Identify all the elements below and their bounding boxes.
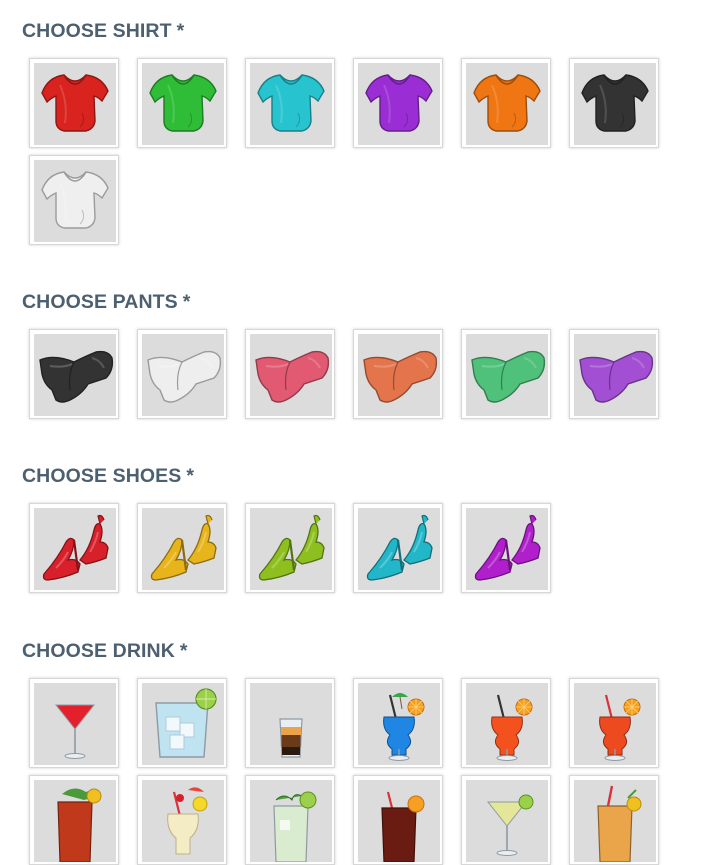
drink-option[interactable]: [245, 678, 335, 768]
blue-hurricane-cocktail-icon: [358, 683, 440, 765]
pants-title-text: CHOOSE PANTS: [22, 291, 178, 313]
high-heel-shoes-icon: [142, 508, 224, 590]
shirt-option[interactable]: [137, 58, 227, 148]
required-mark: *: [182, 291, 191, 313]
shoes-option[interactable]: [461, 503, 551, 593]
drink-option[interactable]: [461, 678, 551, 768]
shirt-icon: [358, 63, 440, 145]
layered-shot-icon: [250, 683, 332, 765]
drink-section-title: CHOOSE DRINK *: [22, 640, 188, 663]
drink-option[interactable]: [353, 678, 443, 768]
required-mark: *: [186, 465, 195, 487]
shirt-icon: [250, 63, 332, 145]
shirt-option[interactable]: [461, 58, 551, 148]
pants-option[interactable]: [569, 329, 659, 419]
shoes-option[interactable]: [29, 503, 119, 593]
pants-option[interactable]: [29, 329, 119, 419]
pants-icon: [142, 334, 224, 416]
shoes-title-text: CHOOSE SHOES: [22, 465, 182, 487]
drink-option[interactable]: [569, 775, 659, 865]
cosmopolitan-cocktail-icon: [34, 683, 116, 765]
mojito-icon: [250, 780, 332, 862]
drink-option[interactable]: [569, 678, 659, 768]
shirt-icon: [574, 63, 656, 145]
red-hurricane-cocktail-icon: [574, 683, 656, 765]
drink-option[interactable]: [29, 775, 119, 865]
required-mark: *: [179, 640, 188, 662]
high-heel-shoes-icon: [466, 508, 548, 590]
shirt-option[interactable]: [29, 155, 119, 245]
pina-colada-icon: [142, 780, 224, 862]
required-mark: *: [176, 20, 185, 42]
pants-option[interactable]: [137, 329, 227, 419]
high-heel-shoes-icon: [34, 508, 116, 590]
pants-icon: [466, 334, 548, 416]
shoes-option[interactable]: [353, 503, 443, 593]
pants-option[interactable]: [245, 329, 335, 419]
shoes-section-title: CHOOSE SHOES *: [22, 465, 194, 488]
shirt-icon: [34, 63, 116, 145]
drink-option[interactable]: [137, 775, 227, 865]
shirt-icon: [142, 63, 224, 145]
pants-option[interactable]: [461, 329, 551, 419]
shirt-option[interactable]: [245, 58, 335, 148]
martini-icon: [466, 780, 548, 862]
shirt-option[interactable]: [569, 58, 659, 148]
pants-option[interactable]: [353, 329, 443, 419]
drink-option[interactable]: [29, 678, 119, 768]
shoes-option[interactable]: [245, 503, 335, 593]
orange-hurricane-cocktail-icon: [466, 683, 548, 765]
high-heel-shoes-icon: [250, 508, 332, 590]
pants-icon: [34, 334, 116, 416]
gin-and-tonic-icon: [142, 683, 224, 765]
shoes-option[interactable]: [137, 503, 227, 593]
cola-drink-icon: [358, 780, 440, 862]
pants-icon: [574, 334, 656, 416]
shirt-option[interactable]: [29, 58, 119, 148]
pants-icon: [250, 334, 332, 416]
shirt-title-text: CHOOSE SHIRT: [22, 20, 172, 42]
shirt-section-title: CHOOSE SHIRT *: [22, 20, 184, 43]
drink-option[interactable]: [137, 678, 227, 768]
shirt-icon: [34, 160, 116, 242]
shirt-option[interactable]: [353, 58, 443, 148]
drink-option[interactable]: [461, 775, 551, 865]
drink-title-text: CHOOSE DRINK: [22, 640, 175, 662]
pants-icon: [358, 334, 440, 416]
high-heel-shoes-icon: [358, 508, 440, 590]
pants-section-title: CHOOSE PANTS *: [22, 291, 190, 314]
amber-cocktail-icon: [574, 780, 656, 862]
iced-tea-cocktail-icon: [34, 780, 116, 862]
drink-option[interactable]: [353, 775, 443, 865]
drink-option[interactable]: [245, 775, 335, 865]
shirt-icon: [466, 63, 548, 145]
